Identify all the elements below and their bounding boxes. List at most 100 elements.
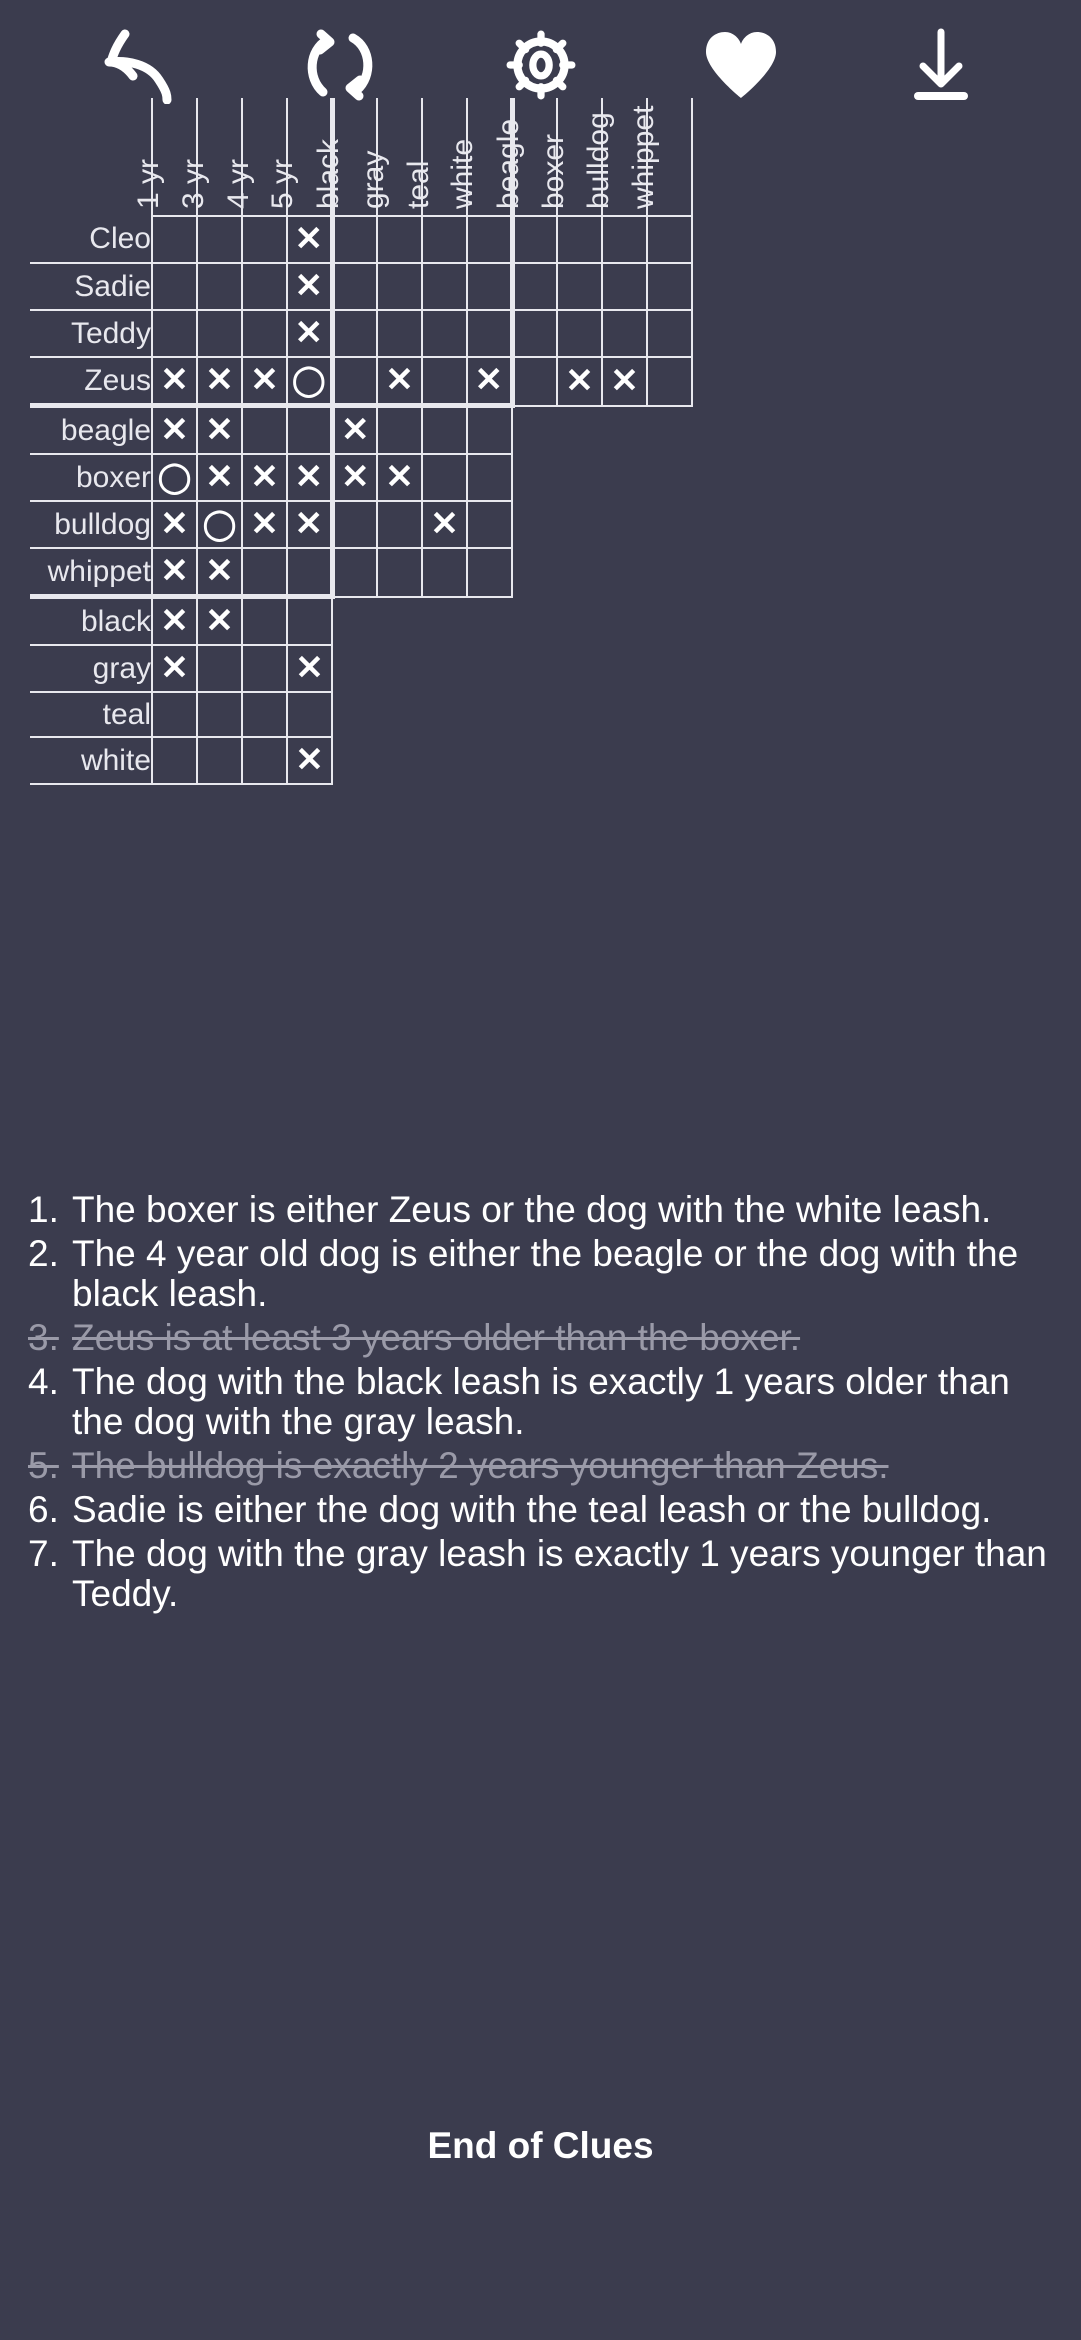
grid-cell-Zeus-5-yr[interactable]: ◯ [286,357,332,407]
grid-cell-Sadie-black[interactable] [329,263,377,311]
grid-cell-boxer-4-yr[interactable]: ✕ [241,454,287,502]
grid-cell-white-1-yr[interactable] [151,737,197,785]
grid-cell-boxer-3-yr[interactable]: ✕ [196,454,242,502]
grid-cell-bulldog-black[interactable] [329,501,377,549]
grid-cell-Zeus-1-yr[interactable]: ✕ [151,357,197,407]
grid-cell-boxer-black[interactable]: ✕ [329,454,377,502]
grid-cell-Teddy-5-yr[interactable]: ✕ [286,310,332,358]
grid-cell-Teddy-bulldog[interactable] [601,310,647,358]
clue-item[interactable]: 3. Zeus is at least 3 years older than th… [28,1317,1053,1358]
grid-cell-Teddy-black[interactable] [329,310,377,358]
grid-cell-Teddy-gray[interactable] [376,310,422,358]
grid-cell-Sadie-boxer[interactable] [556,263,602,311]
grid-cell-Sadie-1-yr[interactable] [151,263,197,311]
grid-cell-beagle-black[interactable]: ✕ [329,403,377,455]
grid-cell-Teddy-boxer[interactable] [556,310,602,358]
grid-cell-boxer-1-yr[interactable]: ◯ [151,454,197,502]
grid-cell-boxer-teal[interactable] [421,454,467,502]
grid-cell-gray-5-yr[interactable]: ✕ [286,645,333,693]
grid-cell-black-1-yr[interactable]: ✕ [151,594,197,646]
grid-cell-Zeus-white[interactable]: ✕ [466,357,512,407]
grid-cell-bulldog-1-yr[interactable]: ✕ [151,501,197,549]
grid-cell-bulldog-3-yr[interactable]: ◯ [196,501,242,549]
grid-cell-black-4-yr[interactable] [241,594,287,646]
grid-cell-Teddy-beagle[interactable] [509,310,557,358]
grid-cell-Zeus-whippet[interactable] [646,357,693,407]
grid-cell-Cleo-teal[interactable] [421,216,467,264]
grid-cell-bulldog-white[interactable] [466,501,513,549]
clue-item[interactable]: 2. The 4 year old dog is either the beagl… [28,1233,1053,1314]
grid-cell-Cleo-gray[interactable] [376,216,422,264]
grid-cell-boxer-5-yr[interactable]: ✕ [286,454,332,502]
grid-cell-Sadie-whippet[interactable] [646,263,693,311]
grid-cell-Zeus-bulldog[interactable]: ✕ [601,357,647,407]
clue-item[interactable]: 6. Sadie is either the dog with the teal … [28,1489,1053,1530]
clue-item[interactable]: 7. The dog with the gray leash is exactly… [28,1533,1053,1614]
grid-cell-Cleo-1-yr[interactable] [151,216,197,264]
grid-cell-boxer-gray[interactable]: ✕ [376,454,422,502]
grid-cell-gray-1-yr[interactable]: ✕ [151,645,197,693]
grid-cell-teal-1-yr[interactable] [151,692,197,738]
grid-cell-Sadie-teal[interactable] [421,263,467,311]
grid-cell-teal-5-yr[interactable] [286,692,333,738]
grid-cell-teal-3-yr[interactable] [196,692,242,738]
grid-cell-whippet-white[interactable] [466,548,513,598]
grid-cell-Zeus-3-yr[interactable]: ✕ [196,357,242,407]
grid-cell-Zeus-black[interactable] [329,357,377,407]
grid-cell-Sadie-white[interactable] [466,263,512,311]
grid-cell-beagle-5-yr[interactable] [286,403,332,455]
grid-cell-Sadie-4-yr[interactable] [241,263,287,311]
grid-cell-beagle-3-yr[interactable]: ✕ [196,403,242,455]
grid-cell-whippet-4-yr[interactable] [241,548,287,598]
grid-cell-Zeus-4-yr[interactable]: ✕ [241,357,287,407]
grid-cell-bulldog-5-yr[interactable]: ✕ [286,501,332,549]
grid-cell-beagle-teal[interactable] [421,403,467,455]
grid-cell-Sadie-beagle[interactable] [509,263,557,311]
grid-cell-whippet-gray[interactable] [376,548,422,598]
grid-cell-Teddy-white[interactable] [466,310,512,358]
grid-cell-bulldog-teal[interactable]: ✕ [421,501,467,549]
grid-cell-Teddy-teal[interactable] [421,310,467,358]
grid-cell-whippet-5-yr[interactable] [286,548,332,598]
grid-cell-Sadie-bulldog[interactable] [601,263,647,311]
grid-cell-beagle-white[interactable] [466,403,513,455]
grid-cell-black-3-yr[interactable]: ✕ [196,594,242,646]
grid-cell-Zeus-gray[interactable]: ✕ [376,357,422,407]
grid-cell-whippet-1-yr[interactable]: ✕ [151,548,197,598]
grid-cell-whippet-3-yr[interactable]: ✕ [196,548,242,598]
clue-item[interactable]: 5. The bulldog is exactly 2 years younger… [28,1445,1053,1486]
download-button[interactable] [841,10,1041,120]
grid-cell-Cleo-black[interactable] [329,216,377,264]
grid-cell-white-3-yr[interactable] [196,737,242,785]
grid-cell-Sadie-gray[interactable] [376,263,422,311]
grid-cell-black-5-yr[interactable] [286,594,333,646]
grid-cell-boxer-white[interactable] [466,454,513,502]
clue-item[interactable]: 1. The boxer is either Zeus or the dog wi… [28,1190,1053,1230]
grid-cell-gray-4-yr[interactable] [241,645,287,693]
grid-cell-beagle-4-yr[interactable] [241,403,287,455]
grid-cell-Teddy-4-yr[interactable] [241,310,287,358]
grid-cell-Cleo-3-yr[interactable] [196,216,242,264]
grid-cell-beagle-1-yr[interactable]: ✕ [151,403,197,455]
grid-cell-white-5-yr[interactable]: ✕ [286,737,333,785]
grid-cell-Zeus-beagle[interactable] [509,357,557,407]
grid-cell-Zeus-teal[interactable] [421,357,467,407]
grid-cell-Cleo-bulldog[interactable] [601,216,647,264]
grid-cell-Teddy-1-yr[interactable] [151,310,197,358]
grid-cell-teal-4-yr[interactable] [241,692,287,738]
grid-cell-bulldog-gray[interactable] [376,501,422,549]
grid-cell-Teddy-3-yr[interactable] [196,310,242,358]
grid-cell-bulldog-4-yr[interactable]: ✕ [241,501,287,549]
grid-cell-gray-3-yr[interactable] [196,645,242,693]
grid-cell-beagle-gray[interactable] [376,403,422,455]
grid-cell-whippet-black[interactable] [329,548,377,598]
grid-cell-whippet-teal[interactable] [421,548,467,598]
grid-cell-Sadie-3-yr[interactable] [196,263,242,311]
grid-cell-Teddy-whippet[interactable] [646,310,693,358]
grid-cell-white-4-yr[interactable] [241,737,287,785]
grid-cell-Cleo-whippet[interactable] [646,216,693,264]
grid-cell-Cleo-4-yr[interactable] [241,216,287,264]
grid-cell-Sadie-5-yr[interactable]: ✕ [286,263,332,311]
grid-cell-Cleo-boxer[interactable] [556,216,602,264]
clue-item[interactable]: 4. The dog with the black leash is exactl… [28,1361,1053,1442]
